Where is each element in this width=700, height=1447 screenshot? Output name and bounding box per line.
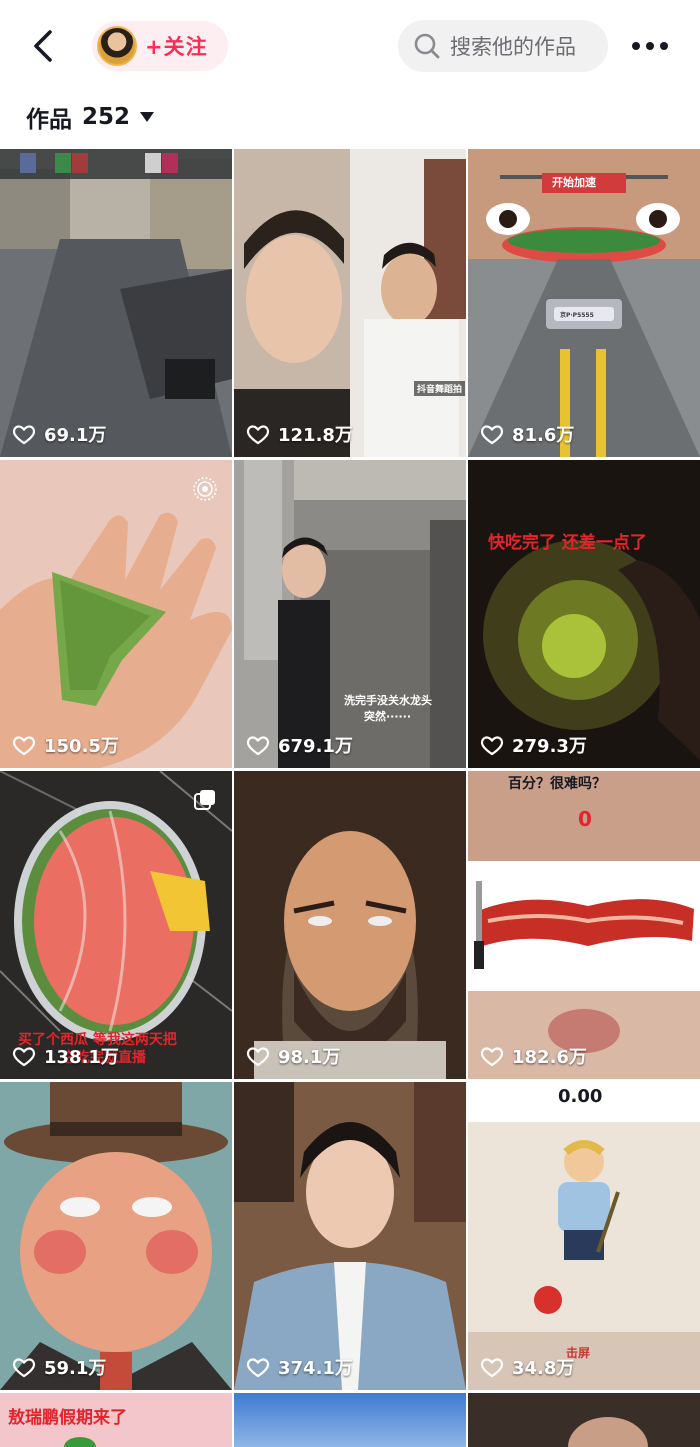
follow-button[interactable]: +关注 [92,21,228,71]
like-count: 679.1万 [246,732,353,758]
like-count-value: 59.1万 [44,1358,107,1379]
video-tile[interactable]: 快吃完了 还差一点了 279.3万 [468,460,700,768]
video-tile[interactable]: 59.1万 [0,1082,232,1390]
timer-display: 0.00 [558,1086,603,1107]
back-button[interactable] [22,24,66,68]
like-count: 81.6万 [480,421,574,447]
video-thumbnail [468,460,700,768]
video-tile[interactable] [234,1393,466,1447]
more-dot-icon [646,42,654,50]
video-thumbnail [234,1393,466,1447]
video-caption: 抖音舞蹈拍 [414,381,466,396]
like-count: 279.3万 [480,732,587,758]
like-count-value: 138.1万 [44,1047,119,1068]
top-bar: +关注 搜索他的作品 [0,0,700,92]
video-tile[interactable]: 69.1万 [0,149,232,457]
like-count-value: 150.5万 [44,736,119,757]
like-count: 59.1万 [12,1354,106,1380]
video-tile[interactable]: 150.5万 [0,460,232,768]
video-thumbnail [0,149,232,457]
video-tile[interactable]: 0.00 击屏 34.8万 [468,1082,700,1390]
heart-icon [480,1047,504,1067]
like-count-value: 121.8万 [278,425,353,446]
video-thumbnail [0,460,232,768]
heart-icon [480,1358,504,1378]
like-count: 98.1万 [246,1043,340,1069]
works-label: 作品 [26,107,72,133]
video-title-overlay: 快吃完了 还差一点了 [488,533,647,553]
caret-down-icon [140,112,155,122]
like-count: 34.8万 [480,1354,574,1380]
like-count: 374.1万 [246,1354,353,1380]
live-photo-icon [193,477,217,501]
license-plate: 京P·P5555 [560,312,594,319]
multi-image-icon [194,790,215,810]
like-count-value: 374.1万 [278,1358,353,1379]
video-title-overlay: 敖瑞鹏假期来了 [8,1408,127,1428]
heart-icon [12,425,36,445]
search-icon [414,33,440,59]
heart-icon [246,425,270,445]
like-count-value: 679.1万 [278,736,353,757]
like-count-value: 34.8万 [512,1358,575,1379]
like-count: 138.1万 [12,1043,119,1069]
video-tile[interactable]: 买了个西瓜 等我这两天把 它吃完就直播 138.1万 [0,771,232,1079]
video-tile[interactable]: 抖音舞蹈拍 121.8万 [234,149,466,457]
video-tile[interactable]: 开始加速 京P·P5555 81.6万 [468,149,700,457]
like-count: 182.6万 [480,1043,587,1069]
video-tile[interactable] [468,1393,700,1447]
like-count: 69.1万 [12,421,106,447]
video-tile[interactable]: 敖瑞鹏假期来了 [0,1393,232,1447]
like-count-value: 279.3万 [512,736,587,757]
heart-icon [12,1358,36,1378]
video-thumbnail [0,1082,232,1390]
video-tile[interactable]: 百分？很难吗？ 0 182.6万 [468,771,700,1079]
video-thumbnail [468,1393,700,1447]
video-thumbnail [234,460,466,768]
like-count-value: 69.1万 [44,425,107,446]
follow-label: +关注 [145,35,208,59]
works-count: 252 [82,104,131,130]
game-banner: 开始加速 [552,176,596,189]
search-placeholder: 搜索他的作品 [450,35,576,59]
more-dot-icon [660,42,668,50]
video-thumbnail [468,149,700,457]
heart-icon [246,1358,270,1378]
video-tile[interactable]: 98.1万 [234,771,466,1079]
score-display: 0 [578,807,592,831]
video-thumbnail [234,1082,466,1390]
more-button[interactable] [628,30,672,62]
heart-icon [480,425,504,445]
heart-icon [12,1047,36,1067]
video-top-text: 百分？很难吗？ [508,776,606,792]
like-count-value: 81.6万 [512,425,575,446]
like-count-value: 182.6万 [512,1047,587,1068]
video-thumbnail [234,771,466,1079]
heart-icon [12,736,36,756]
video-tile[interactable]: 洗完手没关水龙头 突然······ 679.1万 [234,460,466,768]
video-tile[interactable]: 374.1万 [234,1082,466,1390]
video-thumbnail [234,149,466,457]
video-caption-line2: 突然······ [364,710,412,723]
avatar[interactable] [97,26,137,66]
like-count: 121.8万 [246,421,353,447]
chevron-left-icon [34,30,52,62]
like-count-value: 98.1万 [278,1047,341,1068]
heart-icon [480,736,504,756]
works-filter-dropdown[interactable]: 作品 252 [26,97,155,137]
heart-icon [246,1047,270,1067]
like-count: 150.5万 [12,732,119,758]
heart-icon [246,736,270,756]
search-input[interactable]: 搜索他的作品 [398,20,608,72]
video-caption-line1: 洗完手没关水龙头 [344,694,432,707]
more-dot-icon [632,42,640,50]
